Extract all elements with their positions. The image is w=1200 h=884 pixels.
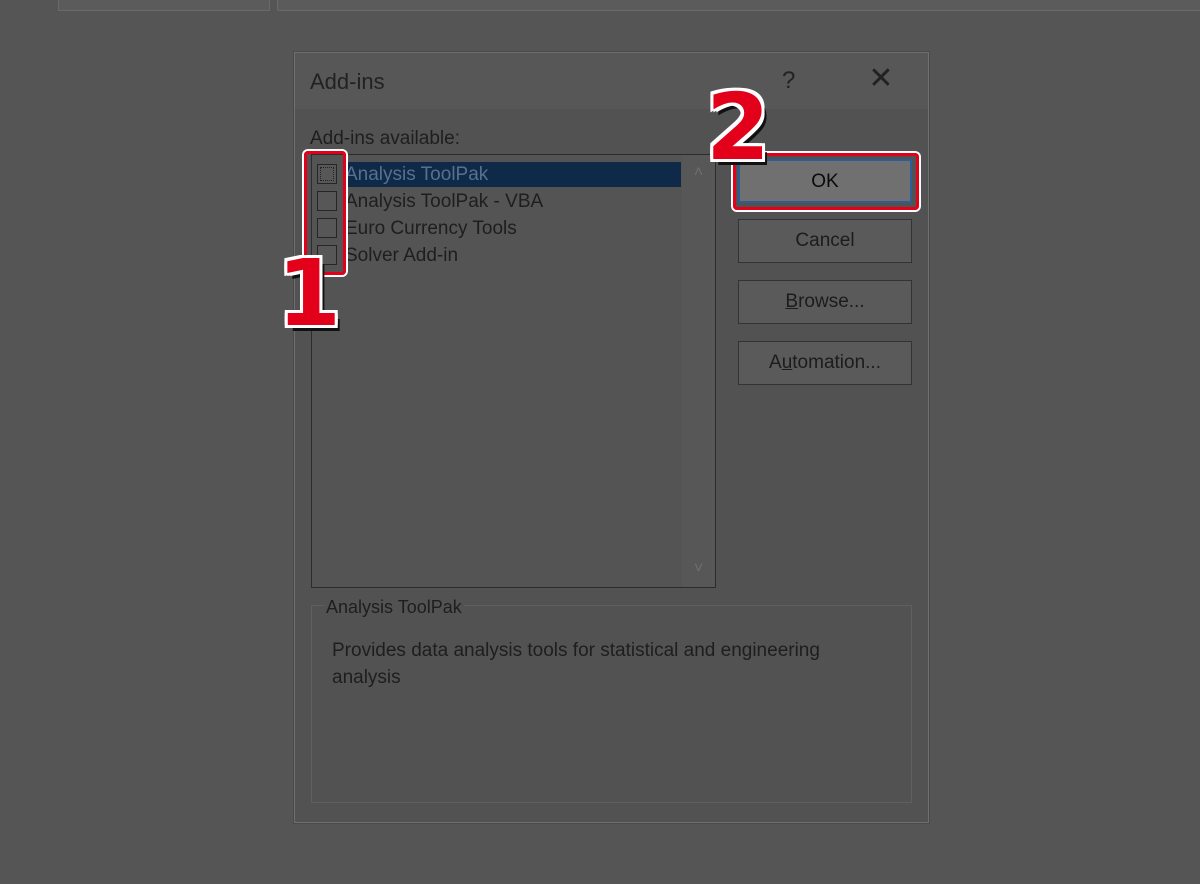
step-2-label: 2 <box>706 74 771 181</box>
automation-mnemonic: u <box>781 352 793 373</box>
cancel-button[interactable]: Cancel <box>738 219 912 263</box>
list-item-label: Analysis ToolPak - VBA <box>345 191 544 212</box>
list-item-analysis-toolpak[interactable]: Analysis ToolPak <box>312 162 682 187</box>
list-item-label: Solver Add-in <box>345 245 459 266</box>
close-icon[interactable]: ✕ <box>867 63 895 95</box>
step-1-label: 1 <box>277 240 342 347</box>
addins-available-label: Add-ins available: <box>310 128 460 149</box>
dialog-titlebar: Add-ins ? ✕ <box>295 53 928 109</box>
background-window-tab <box>58 0 270 11</box>
automation-button[interactable]: Automation... <box>738 341 912 385</box>
list-item-euro-currency-tools[interactable]: Euro Currency Tools <box>312 216 682 241</box>
browse-mnemonic: B <box>785 291 799 312</box>
description-title: Analysis ToolPak <box>324 597 464 618</box>
list-item-analysis-toolpak-vba[interactable]: Analysis ToolPak - VBA <box>312 189 682 214</box>
dialog-title: Add-ins <box>310 69 385 94</box>
chevron-down-icon[interactable]: ˅ <box>682 555 715 583</box>
description-text: Provides data analysis tools for statist… <box>332 640 820 688</box>
list-item-label: Euro Currency Tools <box>345 218 517 239</box>
browse-label-rest: rowse... <box>798 291 865 312</box>
background-window-bar <box>277 0 1200 11</box>
description-group: Analysis ToolPak Provides data analysis … <box>311 597 912 803</box>
addins-listbox[interactable]: Analysis ToolPak Analysis ToolPak - VBA … <box>311 154 716 588</box>
help-button[interactable]: ? <box>782 67 795 95</box>
automation-label-rest: tomation... <box>792 352 881 373</box>
list-scrollbar[interactable]: ˄ ˅ <box>682 155 715 587</box>
list-item-solver-addin[interactable]: Solver Add-in <box>312 243 682 268</box>
list-item-label: Analysis ToolPak <box>345 162 681 187</box>
automation-label-prefix: A <box>769 352 782 373</box>
browse-button[interactable]: Browse... <box>738 280 912 324</box>
